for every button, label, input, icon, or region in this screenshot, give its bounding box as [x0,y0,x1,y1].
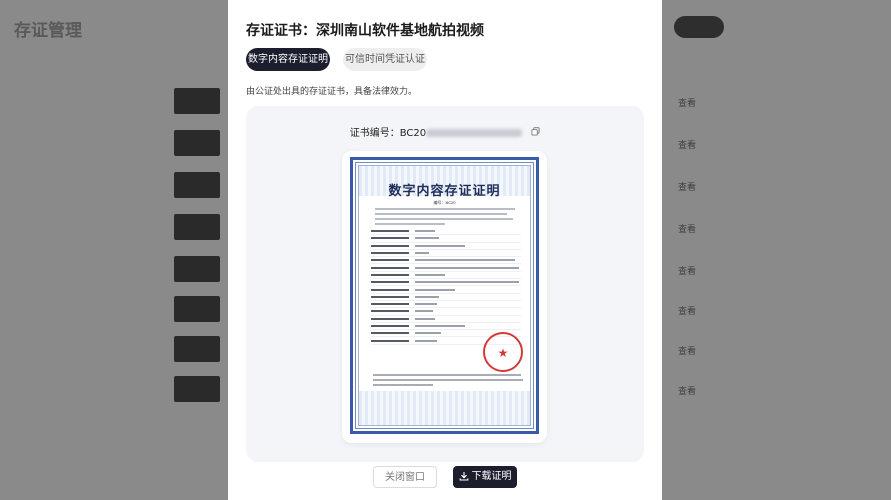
certificate-number-label: 证书编号： [349,128,400,139]
list-item-thumbnail [174,130,220,156]
download-icon [459,472,468,481]
certificate-intro-text [375,208,515,228]
certificate-heading: 数字内容存证证明 [388,184,501,199]
modal-description: 由公证处出具的存证证书，具备法律效力。 [246,87,418,97]
official-seal: ★ [483,332,523,372]
row-view-link[interactable]: 查看 [678,180,696,193]
row-view-link[interactable]: 查看 [678,138,696,151]
row-view-link[interactable]: 查看 [678,344,696,357]
modal-title: 存证证书：深圳南山软件基地航拍视频 [246,23,484,39]
background-action-button[interactable] [674,16,724,38]
close-window-button[interactable]: 关闭窗口 [373,466,437,488]
list-item-thumbnail [174,336,220,362]
list-item-thumbnail [174,256,220,282]
page-title: 存证管理 [14,21,82,40]
certificate-number: 证书编号：BC20 [246,124,644,139]
seal-star-icon: ★ [497,346,509,360]
tab-timestamp-certificate[interactable]: 可信时间凭证认证 [343,48,427,71]
certificate-number-line: 编号：BC20 [433,200,456,205]
certificate-footer-text [373,374,523,389]
row-view-link[interactable]: 查看 [678,96,696,109]
row-view-link[interactable]: 查看 [678,264,696,277]
row-view-link[interactable]: 查看 [678,222,696,235]
list-item-thumbnail [174,214,220,240]
download-certificate-button[interactable]: 下载证明 [453,466,517,488]
list-item-thumbnail [174,376,220,402]
tab-content-certificate[interactable]: 数字内容存证证明 [246,48,330,71]
list-item-thumbnail [174,88,220,114]
certificate-number-redacted [426,129,523,137]
certificate-image: 数字内容存证证明 编号：BC20 ★ [342,151,547,443]
certificate-document: 数字内容存证证明 编号：BC20 ★ [350,157,539,434]
copy-icon[interactable] [531,127,540,139]
row-view-link[interactable]: 查看 [678,304,696,317]
certificate-pattern [359,391,530,425]
row-view-link[interactable]: 查看 [678,384,696,397]
download-button-label: 下载证明 [471,471,512,482]
certificate-panel: 证书编号：BC20 数字内容存证证明 编号：BC20 ★ [246,106,644,462]
list-item-thumbnail [174,172,220,198]
certificate-modal: 存证证书：深圳南山软件基地航拍视频 数字内容存证证明 可信时间凭证认证 由公证处… [228,0,662,500]
certificate-fields [371,228,521,345]
certificate-number-value: BC20 [399,128,427,139]
list-item-thumbnail [174,296,220,322]
